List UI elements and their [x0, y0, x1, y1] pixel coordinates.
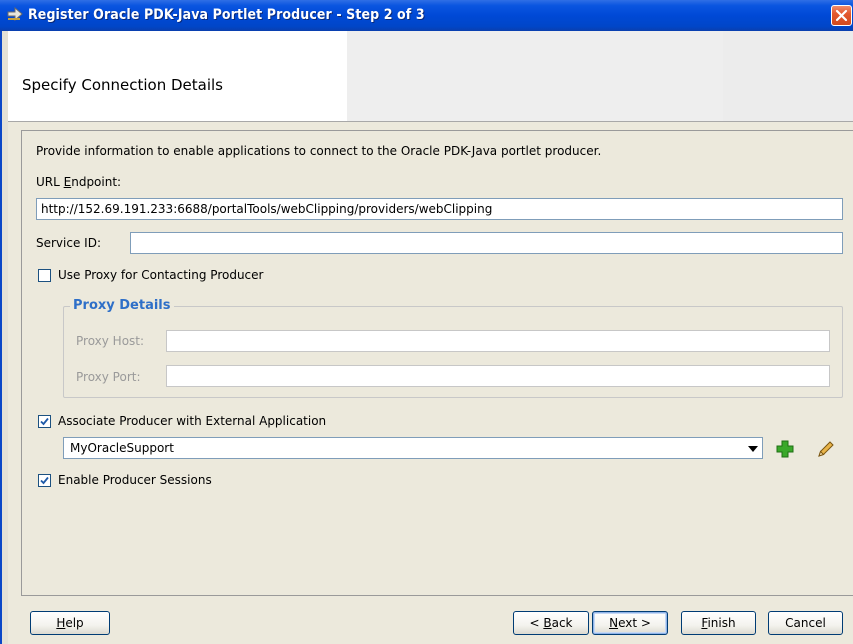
external-app-selected: MyOracleSupport	[70, 441, 174, 455]
close-button[interactable]	[831, 5, 852, 26]
proxy-details-title: Proxy Details	[70, 298, 174, 313]
intro-text: Provide information to enable applicatio…	[36, 144, 602, 158]
use-proxy-checkbox[interactable]	[38, 269, 51, 282]
enable-sessions-checkbox[interactable]	[38, 474, 51, 487]
proxy-host-label: Proxy Host:	[76, 334, 145, 348]
proxy-port-field[interactable]	[166, 365, 830, 387]
cancel-button[interactable]: Cancel	[768, 611, 843, 635]
service-id-field[interactable]	[130, 232, 843, 254]
associate-external-app-checkbox[interactable]	[38, 415, 51, 428]
use-proxy-label: Use Proxy for Contacting Producer	[58, 268, 264, 282]
title-bar: Register Oracle PDK-Java Portlet Produce…	[0, 0, 853, 31]
window-title: Register Oracle PDK-Java Portlet Produce…	[28, 7, 425, 23]
service-id-label: Service ID:	[36, 236, 101, 250]
pencil-icon[interactable]	[816, 439, 836, 459]
next-button[interactable]: Next >	[592, 611, 668, 635]
close-icon	[835, 9, 848, 22]
enable-sessions-label: Enable Producer Sessions	[58, 473, 212, 487]
url-endpoint-field[interactable]: http://152.69.191.233:6688/portalTools/w…	[36, 198, 843, 220]
window-frame-edge	[0, 31, 2, 644]
url-endpoint-label: URL Endpoint:	[36, 175, 122, 189]
dropdown-arrow-icon	[748, 446, 758, 452]
associate-external-app-label: Associate Producer with External Applica…	[58, 414, 327, 428]
checkmark-icon	[40, 476, 49, 485]
wizard-header: Specify Connection Details	[8, 31, 853, 121]
checkmark-icon	[40, 417, 49, 426]
external-app-select[interactable]: MyOracleSupport	[63, 437, 763, 459]
header-graphic-panel	[723, 31, 853, 121]
finish-button[interactable]: Finish	[681, 611, 756, 635]
proxy-host-field[interactable]	[166, 330, 830, 352]
back-button[interactable]: < Back	[513, 611, 589, 635]
arrow-icon	[7, 7, 23, 22]
help-button[interactable]: Help	[30, 611, 110, 635]
page-title: Specify Connection Details	[22, 76, 223, 94]
plus-icon[interactable]	[776, 440, 794, 458]
proxy-port-label: Proxy Port:	[76, 370, 141, 384]
